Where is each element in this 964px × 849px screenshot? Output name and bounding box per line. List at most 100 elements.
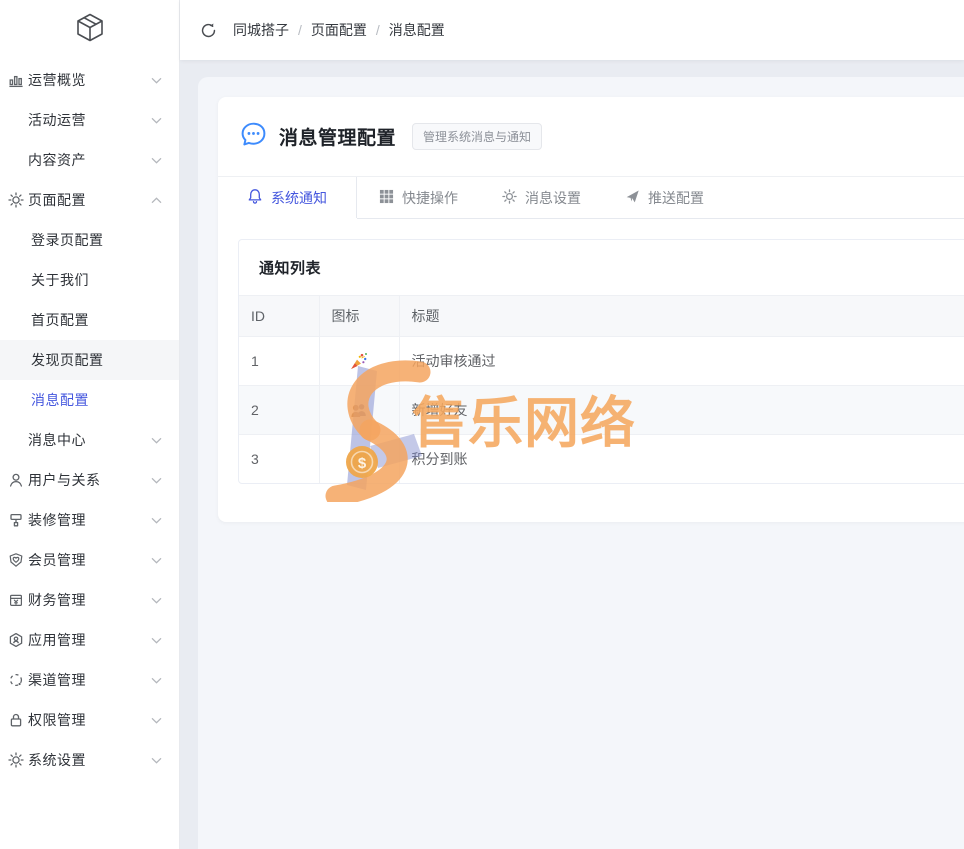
sidebar-item-label: 系统设置 <box>28 750 151 770</box>
notice-list-card: 通知列表 ID 图标 标题 1 <box>238 239 964 484</box>
coin-icon: $ <box>349 449 369 465</box>
user-icon <box>8 472 28 488</box>
sidebar-item-label: 页面配置 <box>28 190 151 210</box>
sidebar-item-member-management[interactable]: 会员管理 <box>0 540 179 580</box>
cash-icon <box>8 592 28 608</box>
dashed-circle-icon <box>8 672 28 688</box>
subtitle-badge: 管理系统消息与通知 <box>412 123 542 150</box>
chevron-down-icon <box>151 77 163 84</box>
cell-title: 活动审核通过 <box>399 336 964 385</box>
column-header-icon: 图标 <box>319 296 399 336</box>
notice-table: ID 图标 标题 1 <box>239 296 964 483</box>
party-popper-icon <box>349 351 369 367</box>
main-area: 同城搭子 / 页面配置 / 消息配置 消息管理配置 管理系统消息与通 <box>180 0 964 849</box>
sidebar-subitem-label: 关于我们 <box>31 270 89 290</box>
sidebar-item-label: 消息中心 <box>28 430 151 450</box>
sidebar-item-label: 用户与关系 <box>28 470 151 490</box>
content-wrapper: 消息管理配置 管理系统消息与通知 系统通知 <box>198 77 964 849</box>
chevron-up-icon <box>151 197 163 204</box>
sidebar-subitem-label: 首页配置 <box>31 310 89 330</box>
chevron-down-icon <box>151 477 163 484</box>
cell-title: 新增好友 <box>399 385 964 434</box>
tab-bar: 系统通知 快捷操作 <box>218 177 964 219</box>
breadcrumb-item[interactable]: 同城搭子 <box>233 20 289 40</box>
page-title: 消息管理配置 <box>279 123 396 150</box>
sidebar-menu: 运营概览 活动运营 内容资产 <box>0 60 179 849</box>
chevron-down-icon <box>151 597 163 604</box>
chevron-down-icon <box>151 677 163 684</box>
sidebar-subitem-discover-page-config[interactable]: 发现页配置 <box>0 340 179 380</box>
sidebar-subitem-message-config[interactable]: 消息配置 <box>0 380 179 420</box>
tab-label: 系统通知 <box>271 188 327 208</box>
cell-icon: $ <box>319 434 399 483</box>
app-logo[interactable] <box>0 0 179 60</box>
sidebar-item-label: 活动运营 <box>28 110 151 130</box>
gear-icon <box>8 752 28 768</box>
sidebar-item-label: 权限管理 <box>28 710 151 730</box>
heart-badge-icon <box>8 552 28 568</box>
sidebar-item-label: 运营概览 <box>28 70 151 90</box>
sidebar-item-label: 内容资产 <box>28 150 151 170</box>
cube-icon <box>72 10 108 51</box>
sidebar-item-app-management[interactable]: 应用管理 <box>0 620 179 660</box>
chat-bubble-icon <box>240 121 267 153</box>
sidebar-item-activity-operations[interactable]: 活动运营 <box>0 100 179 140</box>
send-icon <box>625 189 640 207</box>
chevron-down-icon <box>151 117 163 124</box>
sidebar-item-decoration-management[interactable]: 装修管理 <box>0 500 179 540</box>
sidebar-item-users-relations[interactable]: 用户与关系 <box>0 460 179 500</box>
lock-icon <box>8 712 28 728</box>
sidebar-item-operations-overview[interactable]: 运营概览 <box>0 60 179 100</box>
chevron-down-icon <box>151 717 163 724</box>
sidebar-item-finance-management[interactable]: 财务管理 <box>0 580 179 620</box>
refresh-icon[interactable] <box>200 22 217 39</box>
sidebar-item-system-settings[interactable]: 系统设置 <box>0 740 179 780</box>
tab-label: 消息设置 <box>525 188 581 208</box>
cell-id: 2 <box>239 385 319 434</box>
card-body: 通知列表 ID 图标 标题 1 <box>218 219 964 484</box>
breadcrumb-item[interactable]: 页面配置 <box>311 20 367 40</box>
topbar: 同城搭子 / 页面配置 / 消息配置 <box>180 0 964 60</box>
app-root: 运营概览 活动运营 内容资产 <box>0 0 964 849</box>
tab-label: 推送配置 <box>648 188 704 208</box>
column-header-title: 标题 <box>399 296 964 336</box>
tab-system-notice[interactable]: 系统通知 <box>218 177 357 218</box>
bell-icon <box>247 188 263 207</box>
grid-icon <box>379 189 394 207</box>
table-row: 1 <box>239 336 964 385</box>
svg-text:$: $ <box>356 454 362 465</box>
tab-label: 快捷操作 <box>402 188 458 208</box>
cell-id: 3 <box>239 434 319 483</box>
message-config-card: 消息管理配置 管理系统消息与通知 系统通知 <box>218 97 964 522</box>
card-header: 消息管理配置 管理系统消息与通知 <box>218 97 964 177</box>
chevron-down-icon <box>151 637 163 644</box>
breadcrumb-separator: / <box>298 22 302 38</box>
sidebar: 运营概览 活动运营 内容资产 <box>0 0 180 849</box>
cell-title: 积分到账 <box>399 434 964 483</box>
column-header-id: ID <box>239 296 319 336</box>
sidebar-item-channel-management[interactable]: 渠道管理 <box>0 660 179 700</box>
sidebar-subitem-label: 发现页配置 <box>31 350 104 370</box>
chevron-down-icon <box>151 517 163 524</box>
sidebar-item-label: 装修管理 <box>28 510 151 530</box>
sidebar-item-content-assets[interactable]: 内容资产 <box>0 140 179 180</box>
tab-message-settings[interactable]: 消息设置 <box>480 177 603 218</box>
cell-icon <box>319 385 399 434</box>
sidebar-subitem-label: 消息配置 <box>31 390 89 410</box>
sidebar-subitem-label: 登录页配置 <box>31 230 104 250</box>
notice-list-title: 通知列表 <box>239 240 964 296</box>
sidebar-item-permission-management[interactable]: 权限管理 <box>0 700 179 740</box>
table-header-row: ID 图标 标题 <box>239 296 964 336</box>
sidebar-subitem-about-us[interactable]: 关于我们 <box>0 260 179 300</box>
sidebar-item-message-center[interactable]: 消息中心 <box>0 420 179 460</box>
people-icon <box>349 400 369 416</box>
sidebar-subitem-home-page-config[interactable]: 首页配置 <box>0 300 179 340</box>
sidebar-item-page-config[interactable]: 页面配置 <box>0 180 179 220</box>
chevron-down-icon <box>151 757 163 764</box>
breadcrumb-separator: / <box>376 22 380 38</box>
tab-quick-actions[interactable]: 快捷操作 <box>357 177 480 218</box>
gear-icon <box>8 192 28 208</box>
sidebar-subitem-login-page-config[interactable]: 登录页配置 <box>0 220 179 260</box>
tab-push-config[interactable]: 推送配置 <box>603 177 726 218</box>
sidebar-item-label: 财务管理 <box>28 590 151 610</box>
